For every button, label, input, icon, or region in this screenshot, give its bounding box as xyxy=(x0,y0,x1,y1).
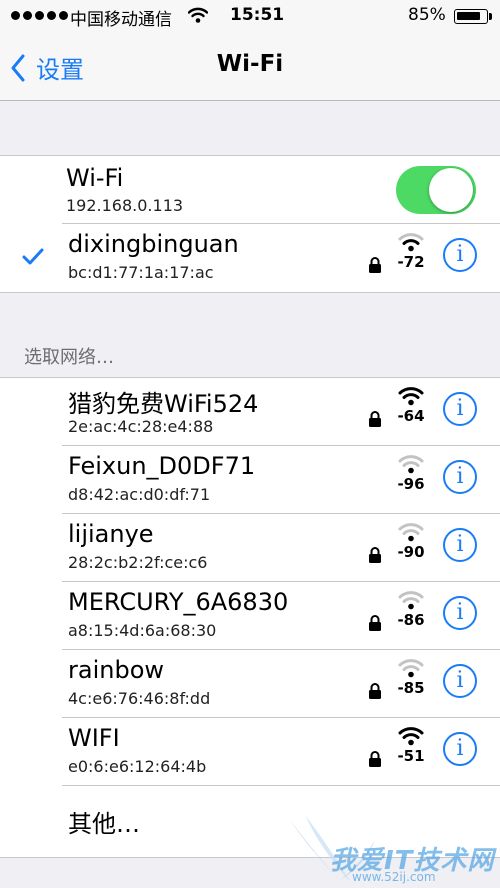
info-button[interactable]: i xyxy=(443,596,477,630)
wifi-signal-icon xyxy=(398,387,424,406)
toggle-knob xyxy=(429,168,473,212)
network-row[interactable]: rainbow 4c:e6:76:46:8f:dd -85 i xyxy=(0,650,500,718)
wifi-signal-icon xyxy=(398,523,424,542)
info-button[interactable]: i xyxy=(443,732,477,766)
network-row[interactable]: MERCURY_6A6830 a8:15:4d:6a:68:30 -86 i xyxy=(0,582,500,650)
rssi-value: -72 xyxy=(397,253,425,271)
signal-strength: -72 xyxy=(396,232,426,271)
wifi-settings-group: Wi-Fi 192.168.0.113 dixingbinguan bc:d1:… xyxy=(0,155,500,293)
rssi-value: -51 xyxy=(397,747,425,765)
rssi-value: -85 xyxy=(397,679,425,697)
clock: 15:51 xyxy=(230,5,285,25)
signal-strength: -96 xyxy=(396,454,426,493)
network-row[interactable]: Feixun_D0DF71 d8:42:ac:d0:df:71 -96 i xyxy=(0,446,500,514)
network-mac: bc:d1:77:1a:17:ac xyxy=(68,263,214,282)
wifi-toggle-label: Wi-Fi xyxy=(66,164,124,192)
network-name: dixingbinguan xyxy=(68,230,239,258)
network-name: 猎豹免费WiFi524 xyxy=(68,390,259,418)
wifi-signal-icon xyxy=(398,591,424,610)
network-row[interactable]: 猎豹免费WiFi524 2e:ac:4c:28:e4:88 -64 i xyxy=(0,378,500,446)
network-row[interactable]: lijianye 28:2c:b2:2f:ce:c6 -90 i xyxy=(0,514,500,582)
info-button[interactable]: i xyxy=(443,460,477,494)
lock-icon xyxy=(369,411,381,427)
battery-icon xyxy=(454,9,488,24)
info-button[interactable]: i xyxy=(443,664,477,698)
network-name: rainbow xyxy=(68,656,164,684)
signal-strength: -85 xyxy=(396,658,426,697)
network-mac: 4c:e6:76:46:8f:dd xyxy=(68,689,211,708)
rssi-value: -90 xyxy=(397,543,425,561)
wifi-toggle-switch[interactable] xyxy=(396,166,476,214)
watermark-url: www.52ij.com xyxy=(352,870,436,884)
carrier-name: 中国移动通信 xyxy=(70,10,172,30)
battery-percent: 85% xyxy=(408,5,446,25)
wifi-toggle-row: Wi-Fi 192.168.0.113 xyxy=(0,156,500,224)
rssi-value: -86 xyxy=(397,611,425,629)
info-button[interactable]: i xyxy=(443,238,477,272)
lock-icon xyxy=(369,751,381,767)
page-title: Wi-Fi xyxy=(216,51,284,77)
network-mac: d8:42:ac:d0:df:71 xyxy=(68,485,211,504)
wifi-signal-icon xyxy=(398,455,424,474)
network-name: MERCURY_6A6830 xyxy=(68,588,289,616)
status-bar: 中国移动通信 15:51 85% xyxy=(0,0,500,34)
checkmark-icon xyxy=(22,248,44,265)
info-button[interactable]: i xyxy=(443,392,477,426)
connected-network-row[interactable]: dixingbinguan bc:d1:77:1a:17:ac -72 i xyxy=(0,224,500,292)
network-mac: a8:15:4d:6a:68:30 xyxy=(68,621,217,640)
network-mac: 2e:ac:4c:28:e4:88 xyxy=(68,417,214,436)
other-network-label: 其他… xyxy=(68,810,140,838)
ip-address: 192.168.0.113 xyxy=(66,196,184,215)
wifi-signal-icon xyxy=(398,659,424,678)
network-row[interactable]: WIFI e0:6:e6:12:64:4b -51 i xyxy=(0,718,500,786)
network-name: lijianye xyxy=(68,520,154,548)
battery-nub xyxy=(489,13,492,20)
navigation-bar: 设置 Wi-Fi xyxy=(0,34,500,101)
lock-icon xyxy=(369,683,381,699)
lock-icon xyxy=(369,257,381,273)
info-button[interactable]: i xyxy=(443,528,477,562)
rssi-value: -96 xyxy=(397,475,425,493)
signal-strength: -51 xyxy=(396,726,426,765)
lock-icon xyxy=(369,547,381,563)
cell-signal-icon xyxy=(11,11,68,20)
network-name: Feixun_D0DF71 xyxy=(68,452,256,480)
signal-strength: -64 xyxy=(396,386,426,425)
rssi-value: -64 xyxy=(397,407,425,425)
wifi-signal-icon xyxy=(398,727,424,746)
network-mac: 28:2c:b2:2f:ce:c6 xyxy=(68,553,208,572)
signal-strength: -90 xyxy=(396,522,426,561)
section-header: 选取网络… xyxy=(24,347,114,368)
network-mac: e0:6:e6:12:64:4b xyxy=(68,757,207,776)
wifi-signal-icon xyxy=(398,233,424,252)
wifi-status-icon xyxy=(187,7,209,28)
signal-strength: -86 xyxy=(396,590,426,629)
network-name: WIFI xyxy=(68,724,120,752)
network-list: 猎豹免费WiFi524 2e:ac:4c:28:e4:88 -64 i Feix… xyxy=(0,377,500,858)
lock-icon xyxy=(369,615,381,631)
